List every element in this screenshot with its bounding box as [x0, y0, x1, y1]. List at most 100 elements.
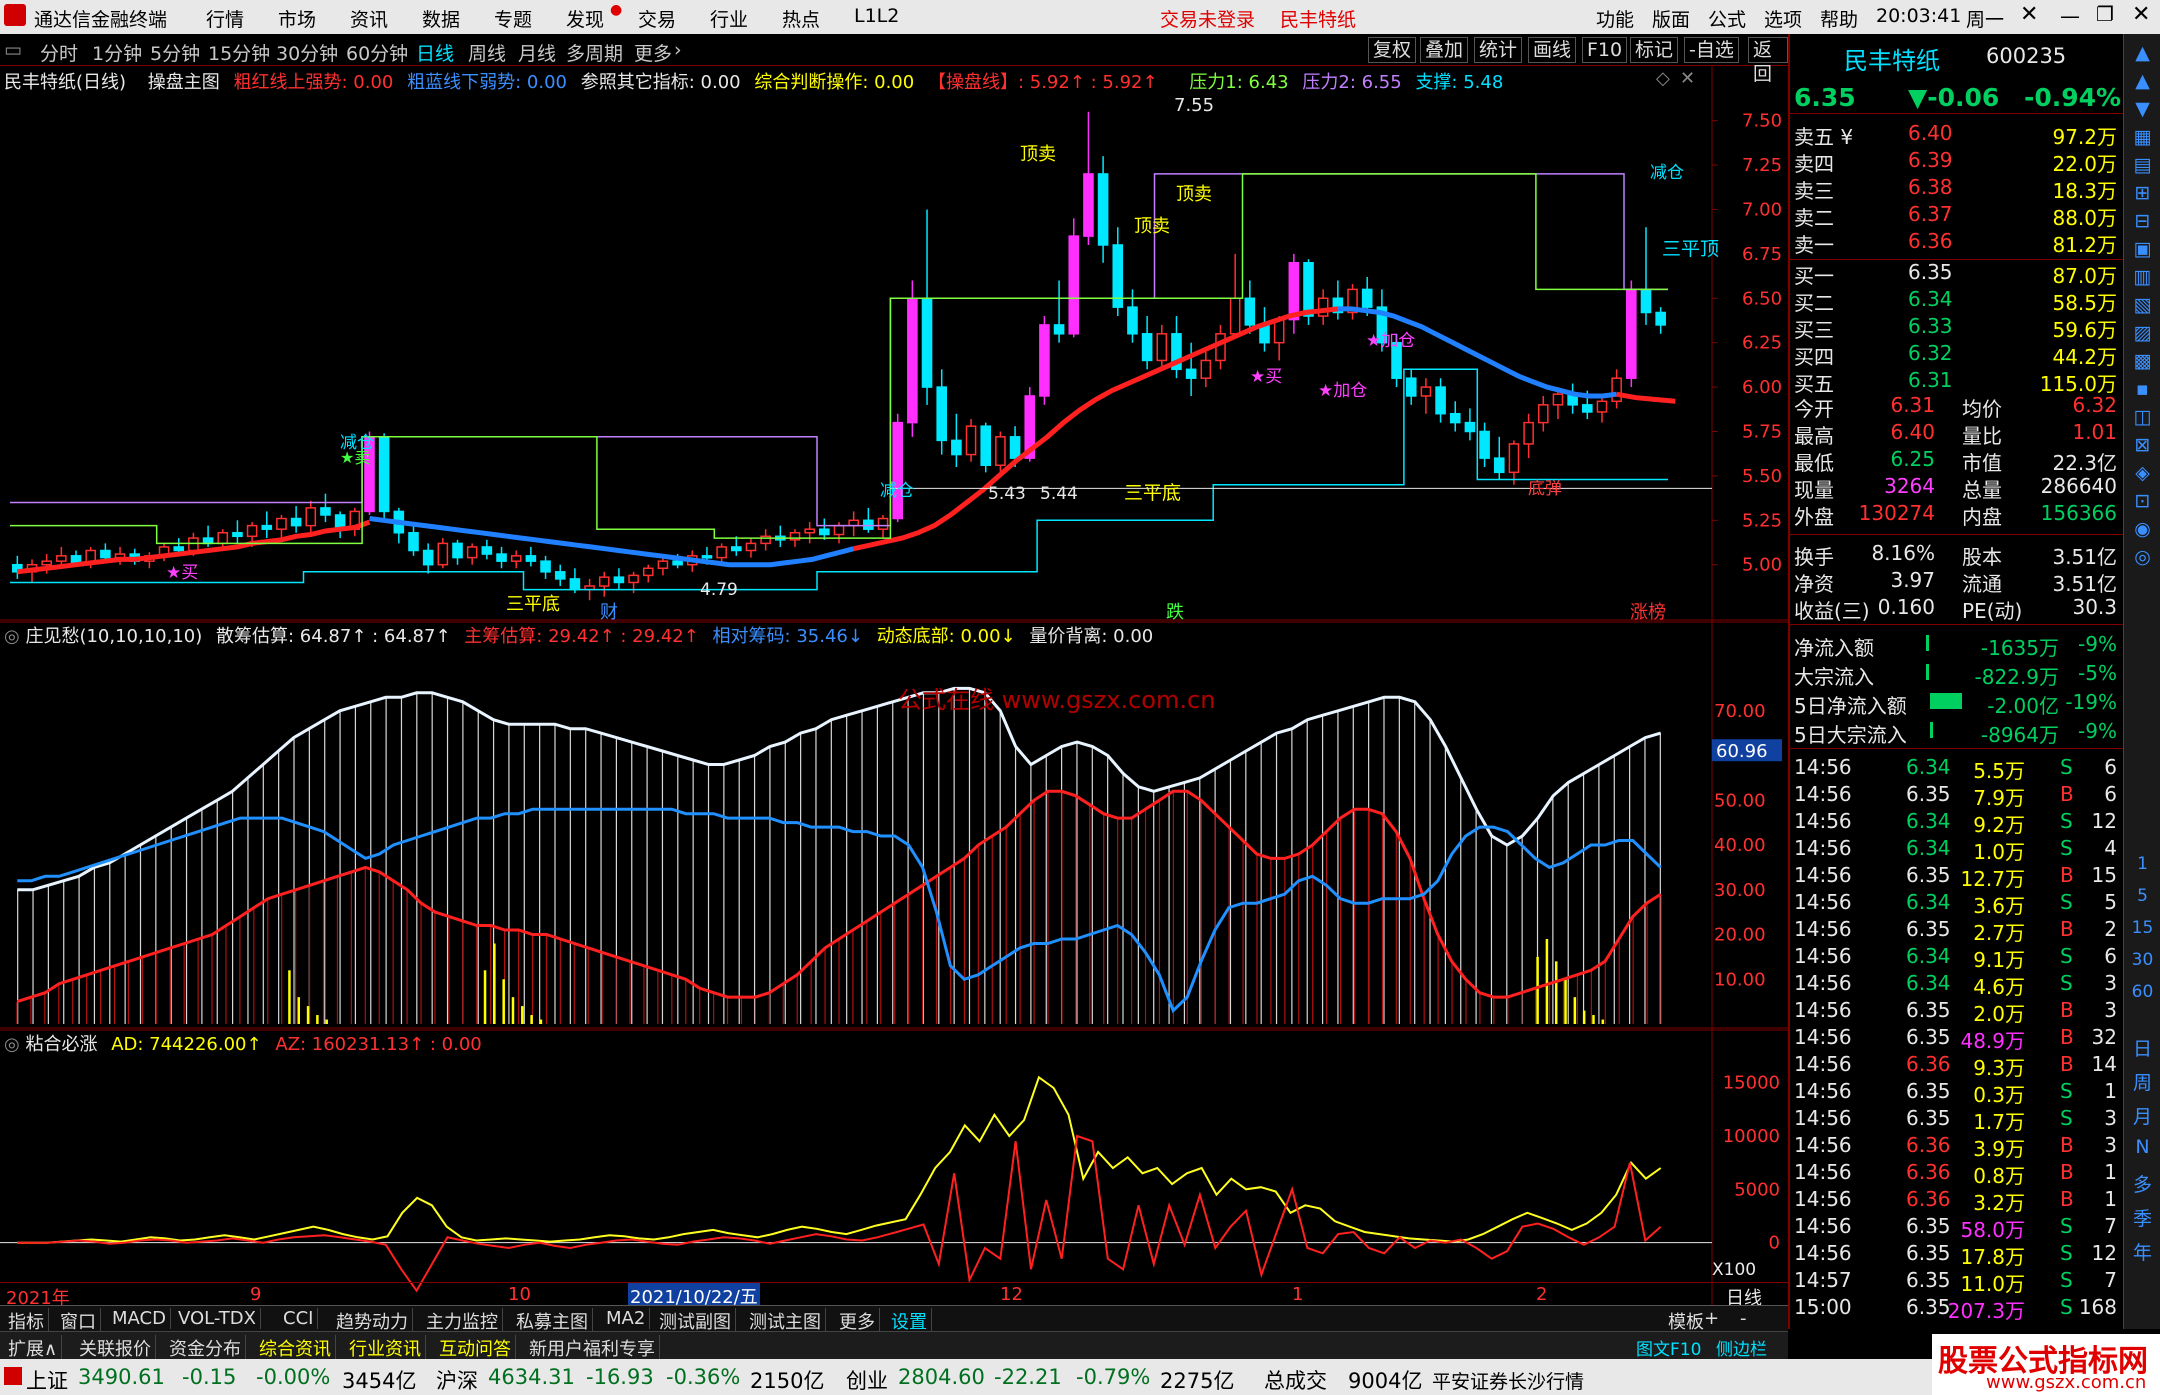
side-period-3[interactable]: N [2124, 1136, 2160, 1158]
hs-label[interactable]: 沪深 [436, 1365, 478, 1395]
diamond-icon[interactable]: ◇ [1656, 68, 1670, 89]
tuwen-f10-button[interactable]: 图文F10 [1636, 1335, 1701, 1360]
side-period-60[interactable]: 60 [2124, 982, 2160, 1002]
tab-3[interactable]: VOL-TDX [174, 1308, 261, 1329]
menu-item-l1l2[interactable]: L1L2 [854, 5, 899, 27]
layout-icon[interactable]: ▭ [4, 39, 22, 61]
sh-label[interactable]: 上证 [26, 1365, 68, 1395]
ask-row[interactable]: 卖三 6.38 18.3万 [1790, 174, 2125, 203]
info-tab-6[interactable]: 新用户福利专享 [525, 1335, 660, 1361]
menu-item-redian[interactable]: 热点 [782, 5, 820, 32]
side-tool-icon[interactable]: ▧ [2128, 294, 2157, 320]
close-window-icon[interactable]: ✕ [2132, 2, 2150, 27]
side-period-2[interactable]: 月 [2124, 1102, 2160, 1129]
bid-row[interactable]: 买五 6.31 115.0万 [1790, 367, 2125, 396]
side-tool-icon[interactable]: ▤ [2128, 154, 2157, 180]
menu-item-faxian[interactable]: 发现 [566, 5, 604, 32]
side-period-5[interactable]: 季 [2124, 1204, 2160, 1231]
period-1min[interactable]: 1分钟 [92, 39, 142, 66]
chart-area[interactable]: 7.50 7.25 7.00 6.75 6.50 6.25 6.00 5.75 5.50 5.25… [0, 66, 1788, 1305]
period-60min[interactable]: 60分钟 [346, 39, 408, 66]
menu-item-banmian[interactable]: 版面 [1652, 5, 1690, 32]
close-icon[interactable]: ✕ [2020, 2, 2038, 27]
tab-4[interactable]: CCI [279, 1308, 319, 1329]
period-more[interactable]: 更多 [634, 39, 672, 66]
period-30min[interactable]: 30分钟 [276, 39, 338, 66]
side-period-1[interactable]: 1 [2124, 854, 2160, 874]
huaxian-button[interactable]: 画线 [1528, 37, 1577, 63]
ind2-title[interactable]: 粘合必涨 [25, 1034, 97, 1055]
menu-item-xuanxiang[interactable]: 选项 [1764, 5, 1802, 32]
menu-item-bangzhu[interactable]: 帮助 [1820, 5, 1858, 32]
side-period-15[interactable]: 15 [2124, 918, 2160, 938]
collapse-icon[interactable]: ◎ [4, 1034, 20, 1055]
ind1-title[interactable]: 庄见愁(10,10,10,10) [25, 626, 202, 647]
cy-label[interactable]: 创业 [846, 1365, 888, 1395]
restore-icon[interactable]: ❐ [2096, 2, 2114, 26]
menu-item-gongshi[interactable]: 公式 [1708, 5, 1746, 32]
period-week[interactable]: 周线 [468, 39, 506, 66]
bid-row[interactable]: 买四 6.32 44.2万 [1790, 340, 2125, 369]
menu-item-shuju[interactable]: 数据 [422, 5, 460, 32]
menu-item-gongneng[interactable]: 功能 [1596, 5, 1634, 32]
tab-right-2[interactable]: - [1740, 1308, 1747, 1329]
collapse-icon[interactable]: ◎ [4, 626, 20, 647]
period-multi[interactable]: 多周期 [566, 39, 623, 66]
menu-item-zhuanti[interactable]: 专题 [494, 5, 532, 32]
side-tool-icon[interactable]: ◫ [2128, 406, 2157, 432]
side-period-4[interactable]: 多 [2124, 1170, 2160, 1197]
side-tool-icon[interactable]: ◎ [2128, 546, 2157, 572]
side-tool-icon[interactable]: ⊡ [2128, 490, 2157, 516]
ask-row[interactable]: 卖二 6.37 88.0万 [1790, 201, 2125, 230]
period-month[interactable]: 月线 [518, 39, 556, 66]
fuquan-button[interactable]: 复权 [1368, 37, 1417, 63]
tab-right-1[interactable]: + [1704, 1308, 1719, 1329]
side-period-0[interactable]: 日 [2124, 1034, 2160, 1061]
zixuan-button[interactable]: -自选 [1684, 37, 1739, 63]
tab-2[interactable]: MACD [108, 1308, 171, 1329]
bid-row[interactable]: 买三 6.33 59.6万 [1790, 313, 2125, 342]
side-tool-icon[interactable]: ▲ [2128, 42, 2157, 68]
main-legend-formula[interactable]: 操盘主图 [148, 72, 220, 93]
f10-button[interactable]: F10 [1582, 37, 1628, 63]
side-tool-icon[interactable]: ▨ [2128, 322, 2157, 348]
side-tool-icon[interactable]: ▩ [2128, 350, 2157, 376]
bid-row[interactable]: 买一 6.35 87.0万 [1790, 259, 2125, 288]
side-period-1[interactable]: 周 [2124, 1068, 2160, 1095]
info-tab-2[interactable]: 资金分布 [165, 1335, 246, 1361]
info-tab-5[interactable]: 互动问答 [435, 1335, 516, 1361]
menu-item-jiaoyi[interactable]: 交易 [638, 5, 676, 32]
trade-login-status[interactable]: 交易未登录 [1160, 5, 1255, 32]
side-tool-icon[interactable]: ▣ [2128, 238, 2157, 264]
minimize-icon[interactable]: — [2060, 4, 2080, 28]
fanhui-button[interactable]: 返回 [1748, 37, 1788, 85]
close-icon[interactable]: ✕ [1680, 68, 1695, 89]
side-tool-icon[interactable]: ◉ [2128, 518, 2157, 544]
side-period-6[interactable]: 年 [2124, 1238, 2160, 1265]
info-tab-0[interactable]: 扩展∧ [4, 1335, 63, 1361]
side-tool-icon[interactable]: ▼ [2128, 98, 2157, 124]
menu-item-zixun[interactable]: 资讯 [350, 5, 388, 32]
period-fenshi[interactable]: 分时 [40, 39, 78, 66]
menu-item-hangye[interactable]: 行业 [710, 5, 748, 32]
side-tool-icon[interactable]: ▪ [2128, 378, 2157, 404]
tongji-button[interactable]: 统计 [1474, 37, 1523, 63]
info-tab-1[interactable]: 关联报价 [75, 1335, 156, 1361]
broker-name[interactable]: 平安证券长沙行情 [1432, 1367, 1584, 1394]
ask-row[interactable]: 卖四 6.39 22.0万 [1790, 147, 2125, 176]
info-tab-4[interactable]: 行业资讯 [345, 1335, 426, 1361]
period-5min[interactable]: 5分钟 [150, 39, 200, 66]
tab-8[interactable]: MA2 [602, 1308, 651, 1329]
diejia-button[interactable]: 叠加 [1420, 37, 1469, 63]
side-tool-icon[interactable]: ⊟ [2128, 210, 2157, 236]
side-period-30[interactable]: 30 [2124, 950, 2160, 970]
ask-row[interactable]: 卖五 ¥ 6.40 97.2万 [1790, 120, 2125, 149]
menu-item-hangqing[interactable]: 行情 [206, 5, 244, 32]
biaoji-button[interactable]: 标记 [1630, 37, 1679, 63]
side-period-5[interactable]: 5 [2124, 886, 2160, 906]
ask-row[interactable]: 卖一 6.36 81.2万 [1790, 228, 2125, 257]
side-tool-icon[interactable]: ⊠ [2128, 434, 2157, 460]
side-tool-icon[interactable]: ▦ [2128, 126, 2157, 152]
side-tool-icon[interactable]: ▲ [2128, 70, 2157, 96]
period-15min[interactable]: 15分钟 [208, 39, 270, 66]
